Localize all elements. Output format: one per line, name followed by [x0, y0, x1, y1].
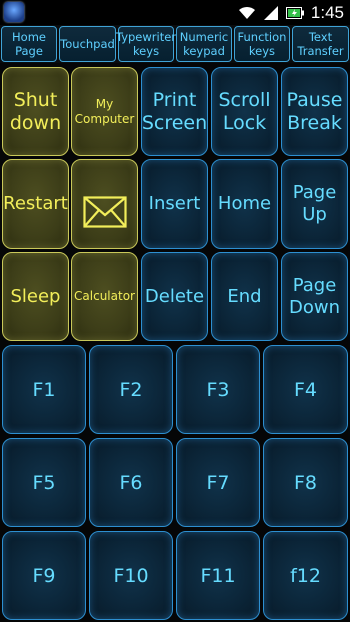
tab-bar: Home Page Touchpad Typewriter keys Numer… [0, 25, 350, 63]
tab-function-keys[interactable]: Function keys [234, 26, 290, 62]
f7-key[interactable]: F7 [176, 438, 260, 527]
f4-key[interactable]: F4 [263, 345, 348, 434]
status-bar: 1:45 [0, 0, 350, 25]
envelope-icon [82, 177, 127, 232]
calculator-button[interactable]: Calculator [71, 252, 138, 341]
tab-numeric-keypad[interactable]: Numeric keypad [176, 26, 232, 62]
f8-key[interactable]: F8 [263, 438, 348, 527]
page-down-key[interactable]: Page Down [281, 252, 348, 341]
shutdown-button[interactable]: Shut down [2, 67, 69, 156]
f12-key[interactable]: f12 [263, 531, 348, 620]
home-key[interactable]: Home [211, 159, 278, 249]
battery-icon [285, 6, 304, 20]
pause-break-key[interactable]: Pause Break [281, 67, 348, 156]
signal-icon [263, 5, 279, 21]
f2-key[interactable]: F2 [89, 345, 173, 434]
scroll-lock-key[interactable]: Scroll Lock [211, 67, 278, 156]
status-icons: 1:45 [238, 3, 344, 22]
app-icon [4, 2, 24, 22]
end-key[interactable]: End [211, 252, 278, 341]
page-up-key[interactable]: Page Up [281, 159, 348, 249]
f3-key[interactable]: F3 [176, 345, 260, 434]
my-computer-button[interactable]: My Computer [71, 67, 138, 156]
f6-key[interactable]: F6 [89, 438, 173, 527]
tab-home-page[interactable]: Home Page [1, 26, 57, 62]
tab-touchpad[interactable]: Touchpad [59, 26, 116, 62]
tab-text-transfer[interactable]: Text Transfer [292, 26, 349, 62]
f1-key[interactable]: F1 [2, 345, 86, 434]
restart-button[interactable]: Restart [2, 159, 69, 249]
f11-key[interactable]: F11 [176, 531, 260, 620]
print-screen-key[interactable]: Print Screen [141, 67, 208, 156]
f5-key[interactable]: F5 [2, 438, 86, 527]
f10-key[interactable]: F10 [89, 531, 173, 620]
insert-key[interactable]: Insert [141, 159, 208, 249]
f9-key[interactable]: F9 [2, 531, 86, 620]
sleep-button[interactable]: Sleep [2, 252, 69, 341]
tab-typewriter-keys[interactable]: Typewriter keys [116, 26, 176, 62]
clock: 1:45 [310, 2, 344, 22]
delete-key[interactable]: Delete [141, 252, 208, 341]
wifi-icon [238, 6, 256, 20]
mail-button[interactable] [71, 159, 138, 249]
